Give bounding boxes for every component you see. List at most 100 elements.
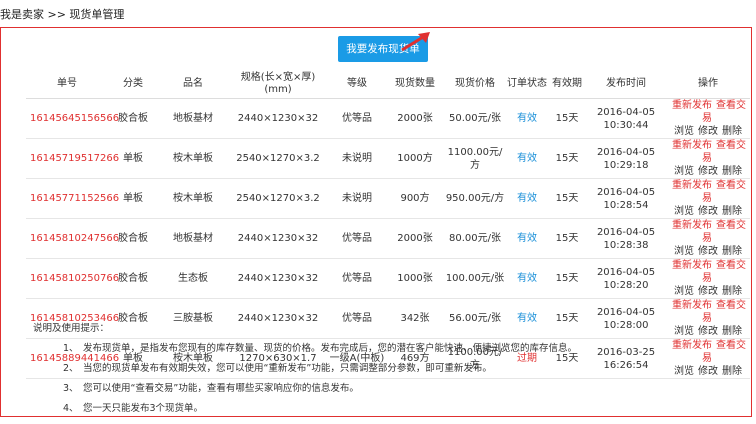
browse-link[interactable]: 浏览	[674, 326, 694, 337]
republish-link[interactable]: 重新发布	[672, 140, 712, 151]
cursor-arrow-icon	[401, 32, 430, 52]
note-number: 3、	[63, 383, 79, 394]
table-row: 16145810247566 胶合板 地板基材 2440×1230×32 优等品 2000…	[26, 218, 750, 259]
publish-clock: 10:28:00	[603, 319, 649, 331]
order-id: 16145810247566	[26, 218, 119, 259]
delete-link[interactable]: 删除	[722, 126, 742, 137]
product-name: 地板基材	[158, 98, 228, 139]
row-actions: 重新发布 查看交易 浏览 修改 删除	[666, 98, 750, 139]
republish-link[interactable]: 重新发布	[672, 180, 712, 191]
delete-link[interactable]: 删除	[722, 246, 742, 257]
quantity: 900方	[386, 178, 444, 219]
col-header-spec-unit: (mm)	[264, 84, 292, 95]
row-actions: 重新发布 查看交易 浏览 修改 删除	[666, 258, 750, 299]
note-text: 您可以使用“查看交易”功能，查看有哪些买家响应你的信息发布。	[83, 383, 359, 394]
price: 1100.00元/方	[444, 138, 506, 179]
order-id: 16145771152566	[26, 178, 119, 219]
publish-date: 2016-04-05	[596, 266, 656, 278]
col-header-actions: 操作	[666, 70, 750, 99]
table-header-row: 单号 分类 品名 规格(长×宽×厚) (mm) 等级 现货数量 现货价格 订单状态…	[26, 70, 750, 99]
note-item: 4、 您一天只能发布3个现货单。	[63, 400, 577, 414]
publish-date: 2016-04-05	[596, 106, 656, 118]
note-number: 4、	[63, 403, 79, 414]
browse-link[interactable]: 浏览	[674, 166, 694, 177]
note-text: 当您的现货单发布有效期失效，您可以使用“重新发布”功能，只需调整部分参数，即可重…	[83, 363, 492, 374]
order-status: 有效	[506, 98, 548, 139]
edit-link[interactable]: 修改	[698, 166, 718, 177]
edit-link[interactable]: 修改	[698, 326, 718, 337]
browse-link[interactable]: 浏览	[674, 366, 694, 377]
publish-date: 2016-04-05	[596, 146, 656, 158]
republish-link[interactable]: 重新发布	[672, 100, 712, 111]
browse-link[interactable]: 浏览	[674, 246, 694, 257]
table-row: 16145810250766 胶合板 生态板 2440×1230×32 优等品 1000张…	[26, 258, 750, 299]
spec: 2440×1230×32	[228, 98, 328, 139]
product-name: 桉木单板	[158, 138, 228, 179]
publish-clock: 10:29:18	[603, 159, 649, 171]
publish-time: 2016-04-05 10:28:00	[586, 298, 666, 339]
publish-time: 2016-04-05 10:29:18	[586, 138, 666, 179]
browse-link[interactable]: 浏览	[674, 206, 694, 217]
price: 950.00元/方	[444, 178, 506, 219]
row-actions: 重新发布 查看交易 浏览 修改 删除	[666, 298, 750, 339]
usage-notes: 说明及使用提示： 1、 发布现货单，是指发布您现有的库存数量、现货的价格。发布完成…	[33, 320, 577, 420]
republish-link[interactable]: 重新发布	[672, 340, 712, 351]
col-header-price: 现货价格	[444, 70, 506, 99]
browse-link[interactable]: 浏览	[674, 286, 694, 297]
republish-link[interactable]: 重新发布	[672, 300, 712, 311]
table-row: 16145645156566 胶合板 地板基材 2440×1230×32 优等品 2000…	[26, 98, 750, 139]
edit-link[interactable]: 修改	[698, 206, 718, 217]
publish-time: 2016-04-05 10:28:54	[586, 178, 666, 219]
col-header-name: 品名	[158, 70, 228, 99]
publish-time: 2016-04-05 10:28:38	[586, 218, 666, 259]
grade: 优等品	[328, 258, 386, 299]
spec: 2440×1230×32	[228, 218, 328, 259]
publish-date: 2016-04-05	[596, 186, 656, 198]
delete-link[interactable]: 删除	[722, 326, 742, 337]
validity: 15天	[548, 178, 586, 219]
delete-link[interactable]: 删除	[722, 206, 742, 217]
delete-link[interactable]: 删除	[722, 286, 742, 297]
publish-clock: 10:28:20	[603, 279, 649, 291]
product-name: 地板基材	[158, 218, 228, 259]
edit-link[interactable]: 修改	[698, 126, 718, 137]
spec: 2540×1270×3.2	[228, 138, 328, 179]
grade: 未说明	[328, 138, 386, 179]
note-item: 2、 当您的现货单发布有效期失效，您可以使用“重新发布”功能，只需调整部分参数，即…	[63, 360, 577, 374]
order-id: 16145645156566	[26, 98, 119, 139]
note-text: 发布现货单，是指发布您现有的库存数量、现货的价格。发布完成后，您的潜在客户能快速…	[83, 343, 578, 354]
delete-link[interactable]: 删除	[722, 166, 742, 177]
publish-clock: 10:28:38	[603, 239, 649, 251]
validity: 15天	[548, 218, 586, 259]
row-actions: 重新发布 查看交易 浏览 修改 删除	[666, 338, 750, 379]
col-header-valid: 有效期	[548, 70, 586, 99]
publish-time: 2016-03-25 16:26:54	[586, 338, 666, 379]
publish-clock: 10:30:44	[603, 119, 649, 131]
validity: 15天	[548, 98, 586, 139]
publish-time: 2016-04-05 10:30:44	[586, 98, 666, 139]
edit-link[interactable]: 修改	[698, 366, 718, 377]
publish-date: 2016-04-05	[596, 226, 656, 238]
browse-link[interactable]: 浏览	[674, 126, 694, 137]
delete-link[interactable]: 删除	[722, 366, 742, 377]
edit-link[interactable]: 修改	[698, 286, 718, 297]
quantity: 2000张	[386, 98, 444, 139]
edit-link[interactable]: 修改	[698, 246, 718, 257]
table-row: 16145771152566 单板 桉木单板 2540×1270×3.2 未说明 900方…	[26, 178, 750, 219]
quantity: 1000张	[386, 258, 444, 299]
col-header-status: 订单状态	[506, 70, 548, 99]
republish-link[interactable]: 重新发布	[672, 220, 712, 231]
validity: 15天	[548, 138, 586, 179]
note-item: 3、 您可以使用“查看交易”功能，查看有哪些买家响应你的信息发布。	[63, 380, 577, 394]
table-row: 16145719517266 单板 桉木单板 2540×1270×3.2 未说明 1000…	[26, 138, 750, 179]
publish-date: 2016-04-05	[596, 306, 656, 318]
grade: 未说明	[328, 178, 386, 219]
price: 50.00元/张	[444, 98, 506, 139]
grade: 优等品	[328, 98, 386, 139]
publish-clock: 10:28:54	[603, 199, 649, 211]
validity: 15天	[548, 258, 586, 299]
col-header-category: 分类	[108, 70, 158, 99]
spec: 2440×1230×32	[228, 258, 328, 299]
republish-link[interactable]: 重新发布	[672, 260, 712, 271]
order-status: 有效	[506, 218, 548, 259]
